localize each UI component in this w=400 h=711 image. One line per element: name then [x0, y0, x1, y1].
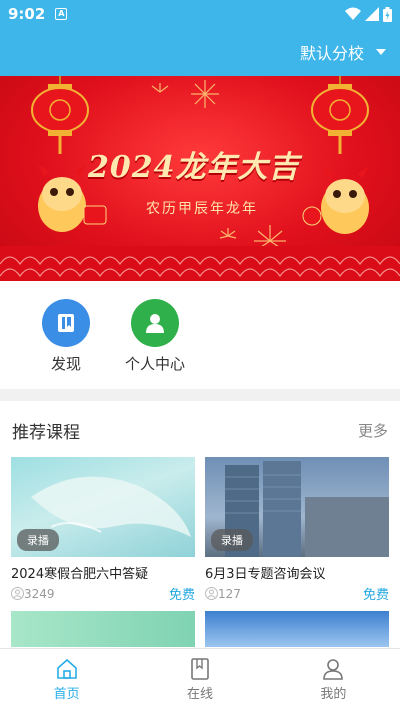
person-outline-icon	[323, 659, 344, 680]
course-card-partial[interactable]	[11, 611, 195, 647]
dragon-right	[302, 166, 369, 234]
book-icon	[42, 299, 90, 347]
course-card[interactable]: 录播 2024寒假合肥六中答疑 3249 免费	[11, 457, 195, 603]
campus-selector[interactable]: 默认分校	[300, 40, 386, 64]
lantern-left	[31, 76, 89, 154]
viewer-icon	[205, 587, 218, 600]
status-icons	[345, 6, 392, 22]
tab-mine-label: 我的	[320, 687, 347, 702]
more-link[interactable]: 更多	[358, 420, 388, 441]
signal-icon	[365, 7, 379, 21]
app-header: 默认分校	[0, 28, 400, 76]
banner-headline: 2024龙年大吉	[88, 150, 300, 185]
status-time: 9:02	[8, 5, 46, 23]
viewer-icon	[11, 587, 24, 600]
section-divider	[0, 389, 400, 401]
course-thumbnail	[205, 611, 389, 647]
tab-online-label: 在线	[186, 687, 213, 702]
banner-subline: 农历甲辰年龙年	[146, 201, 258, 217]
notification-icon: A	[55, 8, 68, 20]
battery-icon	[383, 6, 392, 22]
user-icon	[131, 299, 179, 347]
tab-home[interactable]: 首页	[0, 649, 133, 711]
section-title: 推荐课程	[12, 422, 80, 443]
course-price: 免费	[362, 588, 389, 603]
quick-nav-profile[interactable]: 个人中心	[115, 299, 195, 374]
tab-home-label: 首页	[53, 687, 80, 702]
recommended-header: 推荐课程 更多	[0, 410, 400, 450]
chevron-down-icon	[376, 49, 386, 55]
bottom-nav: 首页 在线 我的	[0, 648, 400, 711]
course-thumbnail: 录播	[205, 457, 389, 557]
course-thumbnail	[11, 611, 195, 647]
wave-pattern	[0, 246, 400, 281]
course-title: 2024寒假合肥六中答疑	[11, 567, 149, 582]
course-card-partial[interactable]	[205, 611, 389, 647]
tab-mine[interactable]: 我的	[267, 649, 400, 711]
course-title: 6月3日专题咨询会议	[205, 567, 326, 582]
promo-banner[interactable]: 2024龙年大吉 农历甲辰年龙年	[0, 76, 400, 281]
course-views: 3249	[24, 586, 55, 601]
wifi-icon	[345, 7, 361, 20]
quick-nav-discover-label: 发现	[50, 355, 81, 373]
course-card[interactable]: 录播 6月3日专题咨询会议 127 免费	[205, 457, 389, 603]
quick-nav-profile-label: 个人中心	[124, 355, 185, 373]
course-thumbnail: 录播	[11, 457, 195, 557]
status-bar: 9:02 A	[0, 0, 400, 28]
course-tag: 录播	[17, 529, 59, 551]
course-tag: 录播	[211, 529, 253, 551]
quick-nav-discover[interactable]: 发现	[26, 299, 106, 374]
top-bar: 9:02 A 默认分校	[0, 0, 400, 76]
course-meta: 127 免费	[205, 584, 389, 603]
lantern-right	[311, 76, 369, 154]
quick-nav: 发现 个人中心	[0, 281, 400, 389]
tab-online[interactable]: 在线	[133, 649, 266, 711]
book-outline-icon	[191, 658, 209, 680]
course-views: 127	[218, 586, 241, 601]
course-price: 免费	[168, 588, 195, 603]
campus-label: 默认分校	[299, 44, 364, 63]
home-icon	[56, 658, 77, 679]
course-meta: 3249 免费	[11, 584, 195, 603]
